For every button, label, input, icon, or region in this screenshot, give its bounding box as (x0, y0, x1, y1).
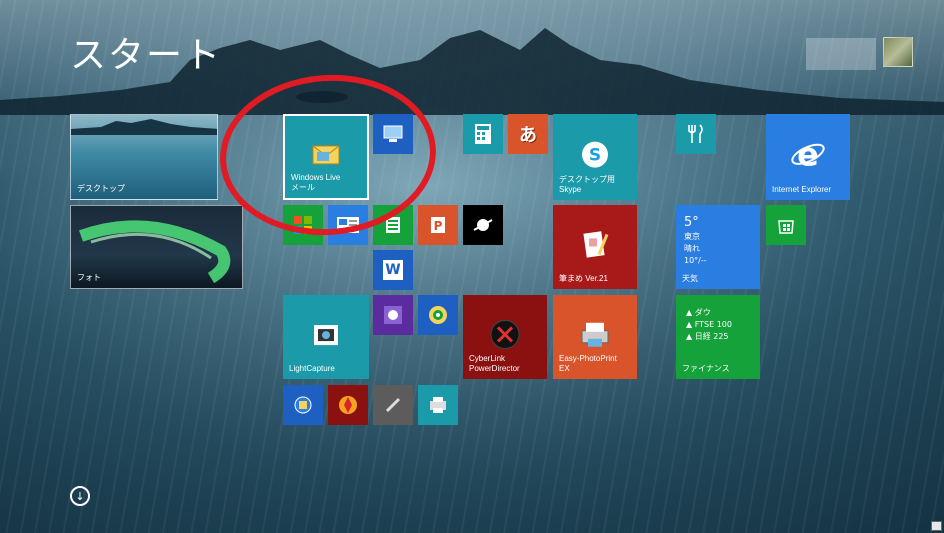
tile-media-player[interactable] (418, 295, 458, 335)
tile-weather[interactable]: 5° 東京 晴れ 10°/-- 天気 (676, 205, 760, 289)
finance-ftse: ▲ FTSE 100 (686, 320, 732, 329)
finance-nikkei: ▲ 日経 225 (686, 332, 729, 341)
tile-photos[interactable]: フォト (70, 205, 243, 289)
tile-powerpoint[interactable]: P (418, 205, 458, 245)
tile-photoprint[interactable]: Easy-PhotoPrint EX (553, 295, 637, 379)
svg-text:P: P (434, 219, 443, 233)
tile-lync[interactable] (373, 295, 413, 335)
tile-app-c[interactable] (373, 385, 413, 425)
disc-icon (429, 306, 447, 324)
fork-knife-icon (688, 124, 703, 143)
tile-hiragana-app[interactable]: あ (508, 114, 548, 154)
finance-info: ▲ ダウ ▲ FTSE 100 ▲ 日経 225 (686, 307, 732, 343)
tile-label: Easy-PhotoPrint EX (559, 354, 617, 373)
ie-icon: e (791, 137, 825, 171)
hiragana-icon: あ (519, 125, 537, 146)
tile-lightcapture[interactable]: LightCapture (283, 295, 369, 379)
tile-app-a[interactable] (283, 385, 323, 425)
all-apps-button[interactable]: ↓ (70, 486, 90, 506)
tile-label: デスクトップ用 Skype (559, 175, 615, 194)
tile-calculator[interactable] (463, 114, 503, 154)
tile-finance[interactable]: ▲ ダウ ▲ FTSE 100 ▲ 日経 225 ファイナンス (676, 295, 760, 379)
card-pen-icon (583, 231, 609, 258)
weather-condition: 晴れ (684, 244, 700, 253)
tile-app-b[interactable] (328, 385, 368, 425)
tile-word[interactable]: W (373, 250, 413, 290)
arrow-down-icon: ↓ (75, 489, 85, 503)
skype-icon: S (582, 141, 608, 168)
tile-label: 筆まめ Ver.21 (559, 274, 608, 283)
flame-icon (339, 396, 357, 414)
corner-minimize-icon[interactable] (931, 521, 942, 531)
tile-label: LightCapture (289, 364, 335, 373)
store-icon (778, 220, 794, 234)
tile-app-d[interactable] (418, 385, 458, 425)
tool-icon (385, 397, 401, 413)
printer-icon (430, 397, 446, 413)
tile-label: デスクトップ (77, 184, 125, 193)
powerpoint-icon: P (431, 217, 445, 233)
tile-restaurant-app[interactable] (676, 114, 716, 154)
tile-label: ファイナンス (682, 364, 730, 373)
tile-store[interactable] (766, 205, 806, 245)
weather-city: 東京 (684, 232, 700, 241)
clapper-icon (490, 319, 520, 349)
tile-label: CyberLink PowerDirector (469, 354, 520, 373)
weather-temp: 5° (684, 215, 699, 230)
rocks-thumbnail-icon (71, 119, 217, 135)
film-icon (314, 325, 338, 346)
photo-printer-icon (581, 322, 609, 347)
user-name[interactable] (806, 38, 876, 70)
finance-dow: ▲ ダウ (686, 308, 711, 317)
page-title: スタート (70, 34, 223, 75)
weather-info: 5° 東京 晴れ 10°/-- (684, 215, 707, 267)
calculator-icon (475, 124, 491, 144)
tile-label: フォト (77, 273, 101, 282)
tile-powerdirector[interactable]: CyberLink PowerDirector (463, 295, 547, 379)
avatar[interactable] (883, 37, 913, 67)
weather-range: 10°/-- (684, 256, 707, 265)
svg-text:e: e (797, 137, 819, 171)
tile-skype[interactable]: S デスクトップ用 Skype (553, 114, 637, 200)
tile-app-e[interactable] (463, 205, 503, 245)
lync-icon (384, 306, 402, 324)
planet-icon (473, 219, 493, 231)
svg-text:S: S (589, 146, 601, 166)
tile-internet-explorer[interactable]: e Internet Explorer (766, 114, 850, 200)
word-icon: W (383, 260, 403, 280)
tile-label: Internet Explorer (772, 185, 832, 194)
app-icon (294, 396, 312, 414)
tile-desktop[interactable]: デスクトップ (70, 114, 218, 200)
tile-hikkei[interactable]: 筆まめ Ver.21 (553, 205, 637, 289)
tile-label: 天気 (682, 274, 698, 283)
